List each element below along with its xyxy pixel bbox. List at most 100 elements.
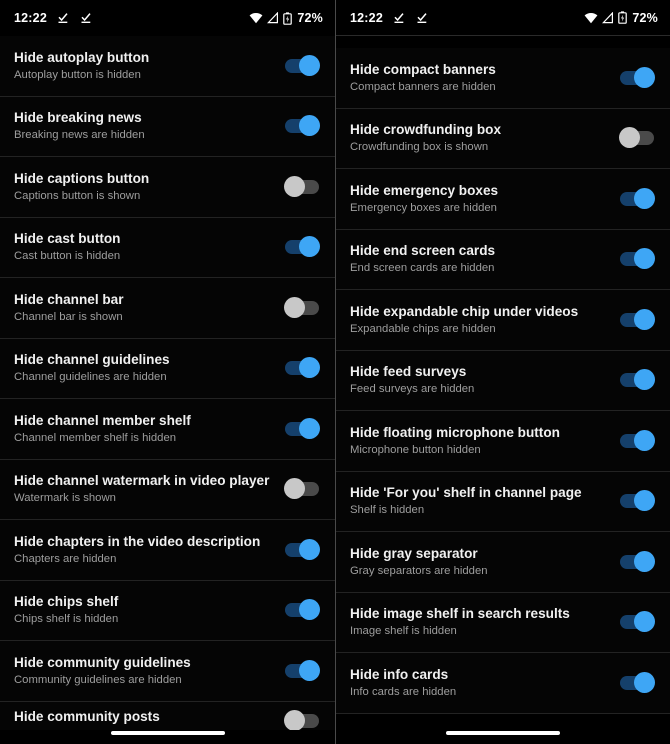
list-item-summary: Image shelf is hidden xyxy=(350,625,457,638)
toggle-thumb xyxy=(634,490,655,512)
toggle-switch[interactable] xyxy=(620,308,655,330)
toggle-switch[interactable] xyxy=(284,296,319,318)
list-item-summary: Community guidelines are hidden xyxy=(14,673,182,686)
list-item-texts: Hide channel bar Channel bar is shown xyxy=(14,291,285,325)
settings-list-left: Hide autoplay button Autoplay button is … xyxy=(0,36,335,730)
check-notification-icon xyxy=(79,11,93,25)
toggle-switch[interactable] xyxy=(285,115,320,137)
list-item-title: Hide chapters in the video description xyxy=(14,533,261,549)
check-notification-icon xyxy=(415,11,429,25)
list-item[interactable]: Hide feed surveys Feed surveys are hidde… xyxy=(336,350,670,411)
toggle-switch[interactable] xyxy=(285,599,320,621)
toggle-switch[interactable] xyxy=(285,659,320,681)
list-item[interactable]: Hide cast button Cast button is hidden xyxy=(0,217,335,278)
battery-percentage: 72% xyxy=(297,11,323,25)
list-item-texts: Hide breaking news Breaking news are hid… xyxy=(14,109,285,143)
list-item[interactable]: Hide compact banners Compact banners are… xyxy=(336,48,670,109)
list-item-texts: Hide community guidelines Community guid… xyxy=(14,654,285,688)
list-item-title: Hide cast button xyxy=(14,231,121,247)
wifi-icon xyxy=(584,12,598,24)
home-indicator[interactable] xyxy=(110,730,225,735)
battery-percentage: 72% xyxy=(632,10,658,25)
list-item[interactable]: Hide community posts xyxy=(0,701,335,730)
list-item-title: Hide floating microphone button xyxy=(350,424,560,440)
list-top-spacer xyxy=(336,36,670,48)
list-item[interactable]: Hide breaking news Breaking news are hid… xyxy=(0,96,335,157)
list-item-title: Hide expandable chip under videos xyxy=(350,303,579,319)
list-item[interactable]: Hide floating microphone button Micropho… xyxy=(336,411,670,472)
list-item[interactable]: Hide expandable chip under videos Expand… xyxy=(336,290,670,351)
toggle-thumb xyxy=(634,550,655,572)
list-item-title: Hide 'For you' shelf in channel page xyxy=(350,485,582,501)
list-item-texts: Hide cast button Cast button is hidden xyxy=(14,230,285,264)
list-item[interactable]: Hide emergency boxes Emergency boxes are… xyxy=(336,169,670,230)
list-item[interactable]: Hide gray separator Gray separators are … xyxy=(336,532,670,593)
list-item-summary: Breaking news are hidden xyxy=(14,129,145,142)
list-item-summary: Channel bar is shown xyxy=(14,310,123,323)
toggle-switch[interactable] xyxy=(285,538,320,560)
list-item[interactable]: Hide community guidelines Community guid… xyxy=(0,641,335,702)
list-item-title: Hide image shelf in search results xyxy=(350,606,570,622)
list-item-texts: Hide channel guidelines Channel guidelin… xyxy=(14,351,285,385)
list-item-texts: Hide compact banners Compact banners are… xyxy=(350,61,620,95)
toggle-thumb xyxy=(299,115,320,137)
list-item-summary: Gray separators are hidden xyxy=(350,564,488,577)
status-bar-left: 12:22 72% xyxy=(0,0,335,36)
toggle-thumb xyxy=(634,187,655,209)
toggle-switch[interactable] xyxy=(620,429,655,451)
toggle-switch[interactable] xyxy=(620,611,655,633)
toggle-thumb xyxy=(299,538,320,560)
list-item[interactable]: Hide info cards Info cards are hidden xyxy=(336,653,670,714)
toggle-thumb xyxy=(299,54,320,76)
wifi-icon xyxy=(249,12,263,24)
toggle-switch[interactable] xyxy=(620,66,655,88)
toggle-switch[interactable] xyxy=(285,236,320,258)
toggle-thumb xyxy=(299,599,320,621)
home-indicator[interactable] xyxy=(446,730,560,735)
list-item[interactable]: Hide chips shelf Chips shelf is hidden xyxy=(0,580,335,641)
toggle-switch[interactable] xyxy=(620,187,655,209)
toggle-switch[interactable] xyxy=(619,127,654,149)
list-item[interactable]: Hide captions button Captions button is … xyxy=(0,157,335,218)
list-item[interactable]: Hide chapters in the video description C… xyxy=(0,520,335,581)
toggle-switch[interactable] xyxy=(285,54,320,76)
list-item-summary: Captions button is shown xyxy=(14,189,141,202)
toggle-switch[interactable] xyxy=(284,478,319,500)
list-item-summary: Cast button is hidden xyxy=(14,250,121,263)
toggle-switch[interactable] xyxy=(284,709,319,730)
toggle-switch[interactable] xyxy=(620,369,655,391)
list-item[interactable]: Hide channel guidelines Channel guidelin… xyxy=(0,338,335,399)
toggle-thumb xyxy=(284,478,305,500)
status-bar-left-group: 12:22 xyxy=(350,11,429,25)
list-item[interactable]: Hide end screen cards End screen cards a… xyxy=(336,229,670,290)
list-item-texts: Hide chapters in the video description C… xyxy=(14,533,285,567)
list-item-title: Hide community guidelines xyxy=(14,654,191,670)
list-item-summary: End screen cards are hidden xyxy=(350,262,495,275)
list-item[interactable]: Hide crowdfunding box Crowdfunding box i… xyxy=(336,108,670,169)
list-item[interactable]: Hide channel member shelf Channel member… xyxy=(0,399,335,460)
toggle-switch[interactable] xyxy=(620,550,655,572)
toggle-switch[interactable] xyxy=(620,490,655,512)
list-item-texts: Hide end screen cards End screen cards a… xyxy=(350,242,620,276)
toggle-thumb xyxy=(284,709,305,730)
toggle-switch[interactable] xyxy=(285,417,320,439)
toggle-thumb xyxy=(299,659,320,681)
list-item[interactable]: Hide autoplay button Autoplay button is … xyxy=(0,36,335,97)
list-item[interactable]: Hide channel watermark in video player W… xyxy=(0,459,335,520)
list-item[interactable]: Hide channel bar Channel bar is shown xyxy=(0,278,335,339)
list-item-title: Hide captions button xyxy=(14,170,150,186)
list-item-texts: Hide gray separator Gray separators are … xyxy=(350,545,620,579)
toggle-switch[interactable] xyxy=(284,175,319,197)
list-item-title: Hide channel watermark in video player xyxy=(14,473,270,489)
list-item-title: Hide info cards xyxy=(350,666,449,682)
toggle-switch[interactable] xyxy=(620,671,655,693)
list-item-summary: Compact banners are hidden xyxy=(350,80,496,93)
list-item[interactable]: Hide image shelf in search results Image… xyxy=(336,592,670,653)
list-item-texts: Hide 'For you' shelf in channel page She… xyxy=(350,484,620,518)
toggle-switch[interactable] xyxy=(620,248,655,270)
toggle-switch[interactable] xyxy=(285,357,320,379)
right-phone-screen: 12:22 72% Hide compact banners Compact b… xyxy=(335,0,670,744)
list-item-texts: Hide channel member shelf Channel member… xyxy=(14,412,285,446)
list-item[interactable]: Hide 'For you' shelf in channel page She… xyxy=(336,471,670,532)
list-item-texts: Hide community posts xyxy=(14,702,285,725)
